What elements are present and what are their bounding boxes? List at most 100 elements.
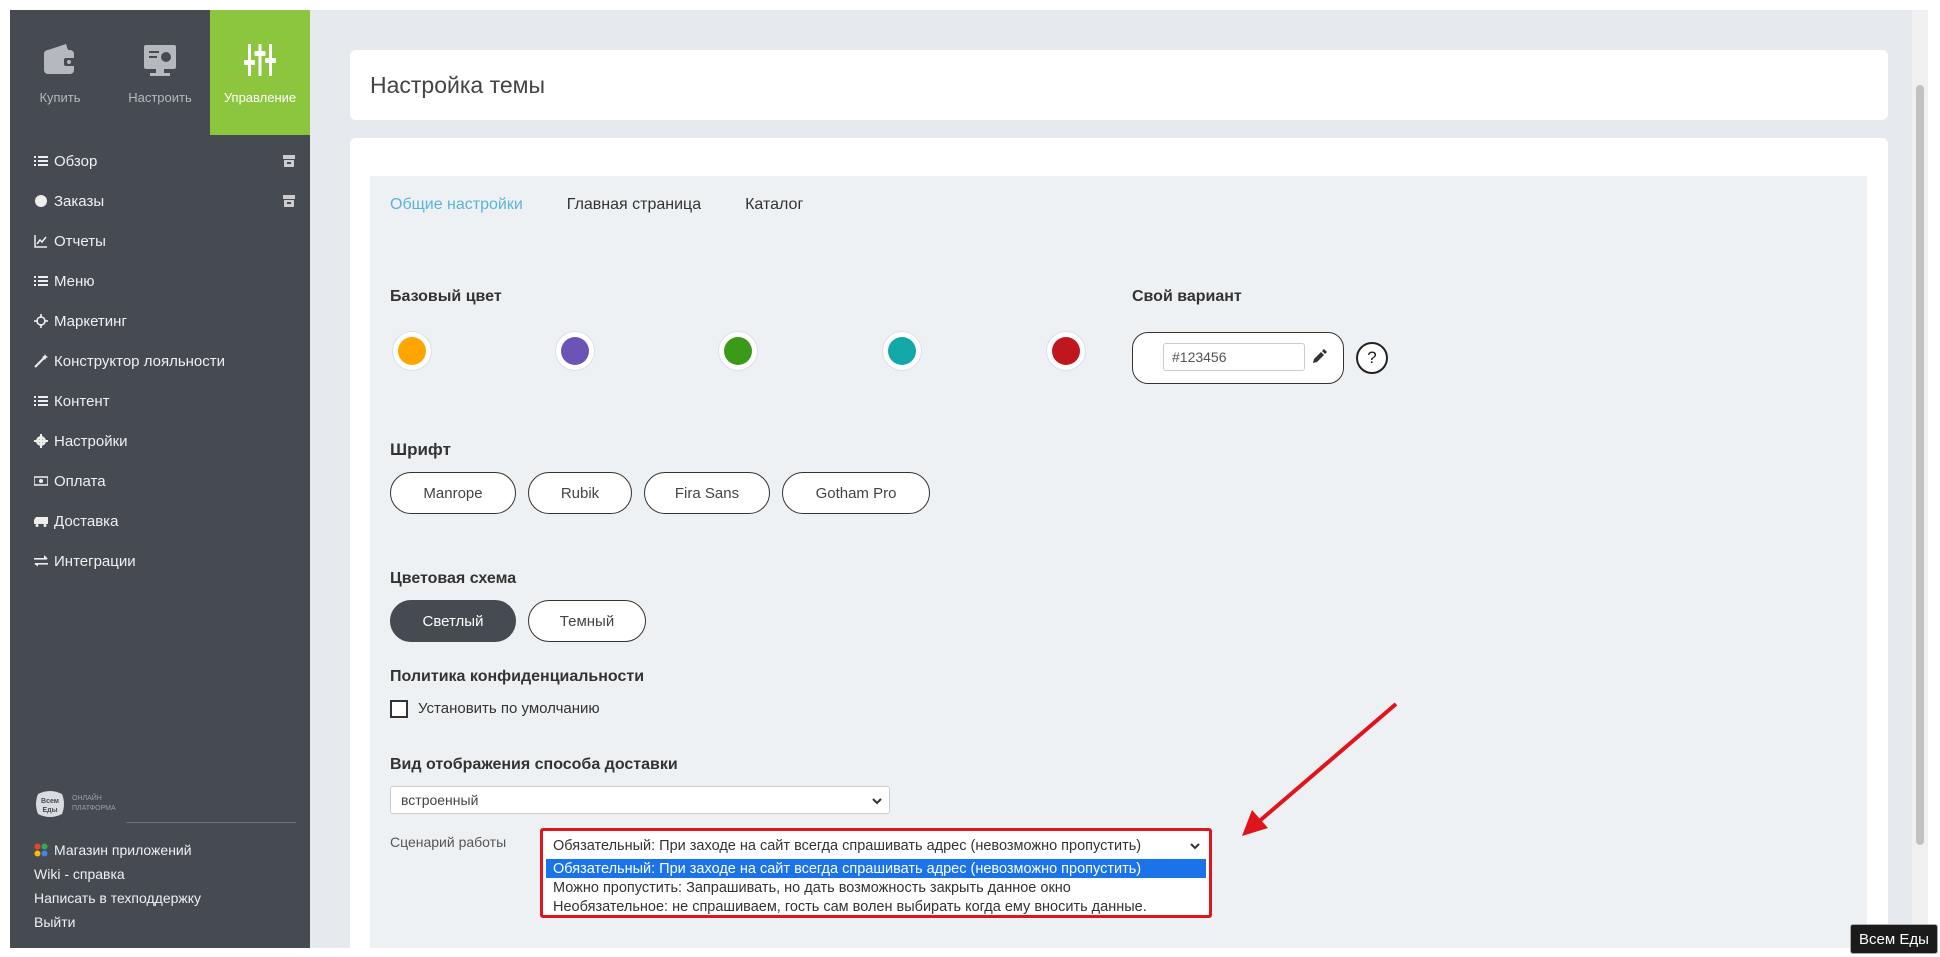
scenario-option[interactable]: Можно пропустить: Запрашивать, но дать в… [546, 878, 1206, 897]
scheme-light-button[interactable]: Светлый [390, 600, 516, 642]
tabs: Общие настройки Главная страница Каталог [390, 196, 803, 214]
topnav-configure-label: Настроить [128, 90, 192, 105]
scenario-selected-value: Обязательный: При заходе на сайт всегда … [553, 838, 1142, 854]
scrollbar[interactable] [1912, 10, 1928, 948]
title-panel: Настройка темы [350, 50, 1888, 120]
color-scheme-label: Цветовая схема [390, 570, 517, 587]
color-swatch-orange[interactable] [392, 331, 432, 371]
color-swatch-purple[interactable] [555, 331, 595, 371]
sidebar-item-marketing[interactable]: Маркетинг [34, 301, 296, 341]
privacy-default-checkbox[interactable] [390, 700, 408, 718]
brand-logo: Всем Еды ОНЛАЙН ПЛАТФОРМА [34, 788, 296, 824]
scenario-select[interactable]: Обязательный: При заходе на сайт всегда … [547, 835, 1203, 857]
logo-icon: Всем Еды [36, 791, 64, 817]
font-option-rubik[interactable]: Rubik [528, 472, 632, 514]
color-swatch-red[interactable] [1046, 331, 1086, 371]
money-icon [34, 476, 48, 486]
app-store-link[interactable]: Магазин приложений [34, 838, 296, 862]
delivery-view-select[interactable]: встроенный [390, 786, 890, 814]
delivery-view-label: Вид отображения способа доставки [390, 756, 678, 773]
exchange-icon [34, 555, 48, 567]
line-chart-icon [34, 235, 47, 248]
sidebar-item-integrations[interactable]: Интеграции [34, 541, 296, 581]
custom-color-box [1132, 332, 1344, 384]
sidebar-item-menu[interactable]: Меню [34, 261, 296, 301]
sidebar-item-payment[interactable]: Оплата [34, 461, 296, 501]
sidebar-item-label: Меню [54, 272, 95, 290]
page-title: Настройка темы [370, 72, 546, 98]
monitor-gear-icon [144, 45, 176, 76]
crosshair-icon [34, 314, 48, 328]
wallet-icon [44, 44, 76, 74]
topnav-manage[interactable]: Управление [210, 10, 310, 135]
annotation-arrow-icon [1242, 702, 1398, 836]
sidebar-item-label: Оплата [54, 472, 106, 490]
sidebar-item-label: Обзор [54, 152, 98, 170]
sidebar-item-reports[interactable]: Отчеты [34, 221, 296, 261]
scenario-option[interactable]: Необязательное: не спрашиваем, гость сам… [546, 897, 1206, 916]
privacy-label: Политика конфиденциальности [390, 668, 645, 685]
sidebar-item-settings[interactable]: Настройки [34, 421, 296, 461]
sidebar-item-orders[interactable]: Заказы [34, 181, 296, 221]
wiki-link[interactable]: Wiki - справка [34, 862, 296, 886]
sidebar-item-label: Доставка [54, 512, 119, 530]
chevron-down-icon [872, 798, 882, 805]
sidebar-item-content[interactable]: Контент [34, 381, 296, 421]
support-link[interactable]: Написать в техподдержку [34, 886, 296, 910]
chevron-down-icon [1190, 843, 1200, 850]
color-swatch-teal[interactable] [882, 331, 922, 371]
svg-text:Еды: Еды [42, 807, 57, 814]
archive-icon[interactable] [282, 194, 296, 208]
font-option-gotham-pro[interactable]: Gotham Pro [782, 472, 930, 514]
sidebar-item-loyalty[interactable]: Конструктор лояльности [34, 341, 296, 381]
archive-icon[interactable] [282, 154, 296, 168]
sidebar-item-overview[interactable]: Обзор [34, 141, 296, 181]
tab-general[interactable]: Общие настройки [390, 196, 523, 214]
sidebar-item-label: Заказы [54, 192, 105, 210]
color-swatch-green[interactable] [718, 331, 758, 371]
svg-text:Всем: Всем [41, 798, 59, 805]
settings-panel: Общие настройки Главная страница Каталог… [350, 138, 1888, 948]
custom-color-label: Свой вариант [1132, 288, 1242, 305]
sidebar-item-label: Конструктор лояльности [54, 352, 226, 370]
gear-icon [34, 434, 48, 448]
topnav-buy[interactable]: Купить [10, 10, 110, 135]
topnav-configure[interactable]: Настроить [110, 10, 210, 135]
tab-catalog[interactable]: Каталог [745, 196, 803, 214]
magic-wand-icon [34, 354, 48, 368]
brand-tagline: ОНЛАЙН ПЛАТФОРМА [72, 795, 116, 812]
list-icon [34, 276, 48, 286]
sidebar-item-label: Отчеты [54, 232, 106, 250]
divider [126, 822, 296, 823]
sidebar-menu: Обзор Заказы Отчеты Меню Маркетинг Конст… [34, 141, 296, 581]
scenario-options-list: Обязательный: При заходе на сайт всегда … [546, 859, 1206, 916]
list-icon [34, 156, 48, 166]
scheme-dark-button[interactable]: Темный [528, 600, 646, 642]
circle-icon [35, 195, 47, 207]
delivery-view-value: встроенный [401, 792, 479, 808]
eyedropper-icon[interactable] [1311, 349, 1327, 365]
list-icon [34, 396, 48, 406]
app-store-label: Магазин приложений [54, 842, 192, 858]
sidebar-item-label: Интеграции [54, 552, 136, 570]
scrollbar-thumb[interactable] [1916, 85, 1924, 845]
privacy-default-label: Установить по умолчанию [418, 700, 600, 717]
custom-color-input[interactable] [1163, 343, 1305, 371]
top-nav: Купить Настроить Управление [10, 10, 310, 135]
sidebar-item-delivery[interactable]: Доставка [34, 501, 296, 541]
font-option-fira-sans[interactable]: Fira Sans [644, 472, 770, 514]
help-button[interactable]: ? [1356, 342, 1388, 374]
sliders-icon [244, 44, 276, 76]
sidebar-item-label: Контент [54, 392, 110, 410]
logout-link[interactable]: Выйти [34, 910, 296, 934]
sidebar: Купить Настроить Управление Обзор Заказы… [10, 10, 310, 948]
sidebar-item-label: Маркетинг [54, 312, 127, 330]
base-color-label: Базовый цвет [390, 288, 502, 305]
bottom-links: Магазин приложений Wiki - справка Написа… [34, 838, 296, 934]
settings-form: Общие настройки Главная страница Каталог… [370, 176, 1867, 948]
truck-icon [34, 517, 48, 527]
app-grid-icon [34, 843, 48, 857]
font-option-manrope[interactable]: Manrope [390, 472, 516, 514]
scenario-option[interactable]: Обязательный: При заходе на сайт всегда … [546, 859, 1206, 878]
tab-home[interactable]: Главная страница [567, 196, 701, 214]
